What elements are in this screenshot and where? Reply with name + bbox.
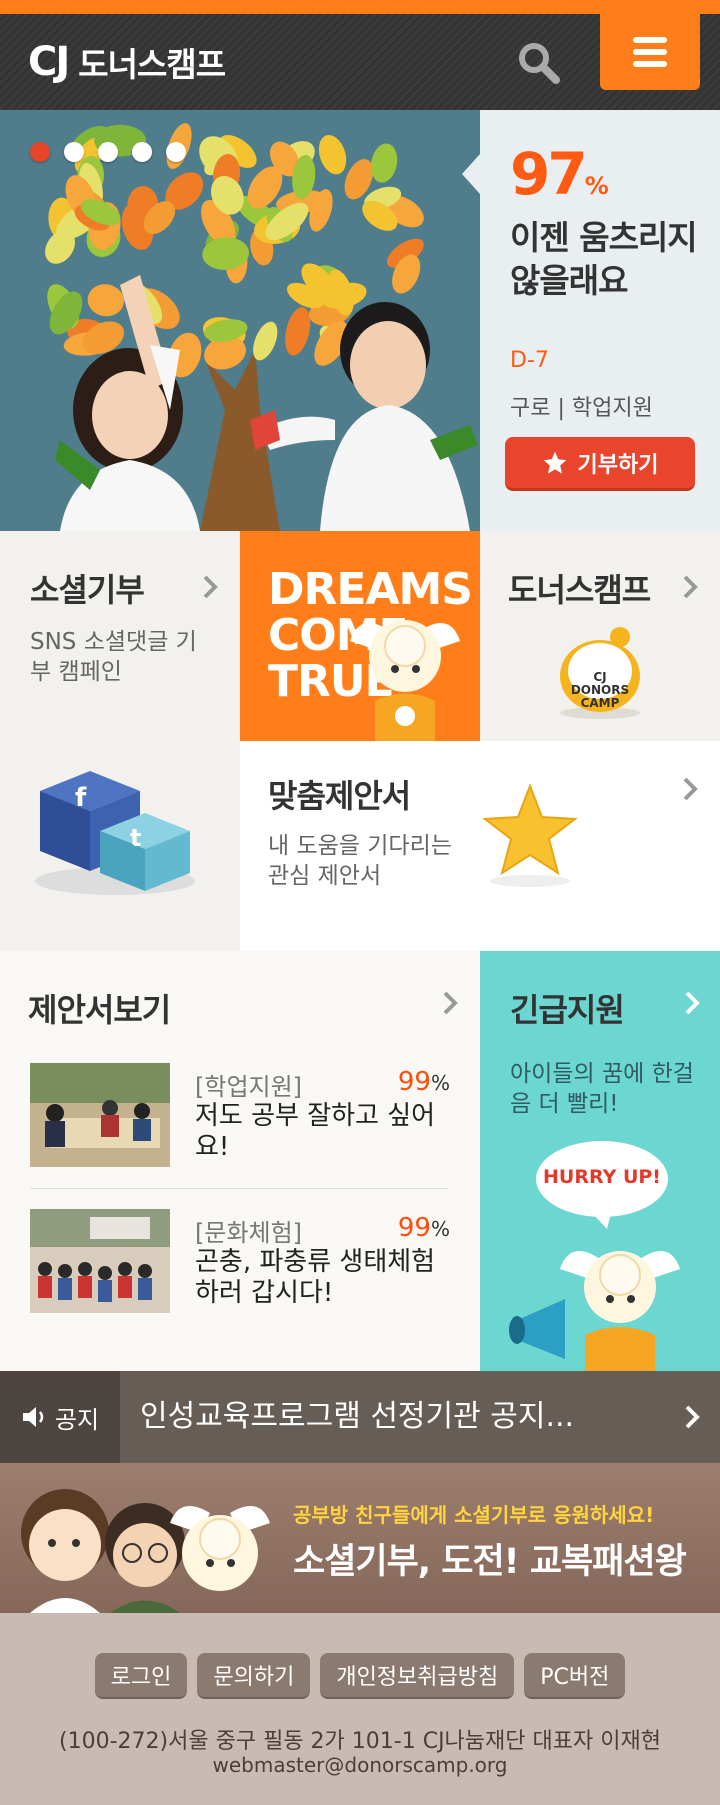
tile-donors-camp[interactable]: 도너스캠프 CJ DONORS CAMP [480,531,720,741]
tree-children-illustration [0,110,480,531]
hero-percent: 97% [510,140,609,208]
tile-title: 소셜기부 [30,571,145,609]
slide-dot[interactable] [30,142,50,162]
donors-camp-badge-text: CJ DONORS CAMP [570,670,630,710]
menu-button[interactable] [600,14,700,90]
chevron-right-icon [683,777,698,801]
slide-dot[interactable] [64,142,84,162]
children-mascot-illustration [21,1489,270,1613]
footer-email[interactable]: webmaster@donorscamp.org [0,1753,720,1777]
star-icon [543,451,566,474]
notice-bar[interactable]: 공지 인성교육프로그램 선정기관 공지... [0,1371,720,1463]
logo-text: 도너스캠프 [78,45,226,84]
tile-custom-proposal[interactable]: 맞춤제안서 내 도움을 기다리는 관심 제안서 [240,741,720,951]
hamburger-menu-icon [633,37,667,43]
chevron-right-icon [683,575,698,599]
hero-info-panel: 97% 이젠 움츠리지 않을래요 D-7 구로 | 학업지원 기부하기 [462,110,720,531]
sheep-mascot-icon [350,620,460,741]
proposal-category: [문화체험] [195,1219,303,1247]
proposal-thumbnail [30,1063,170,1167]
pc-version-button[interactable]: PC버전 [524,1653,626,1699]
footer-links: 로그인 문의하기 개인정보취급방침 PC버전 [0,1653,720,1699]
hero-title[interactable]: 이젠 움츠리지 않을래요 [510,216,710,302]
hero-image[interactable] [0,110,480,531]
privacy-policy-button[interactable]: 개인정보취급방침 [320,1653,515,1699]
chevron-right-icon[interactable] [438,991,462,1015]
hero-category: 구로 | 학업지원 [510,396,653,421]
banner-subtitle: 공부방 친구들에게 소셜기부로 응원하세요! [293,1503,655,1527]
tile-desc: 내 도움을 기다리는 관심 제안서 [268,833,452,889]
proposal-category: [학업지원] [195,1073,303,1101]
inquiry-button[interactable]: 문의하기 [197,1653,311,1699]
slide-dot[interactable] [98,142,118,162]
footer: 로그인 문의하기 개인정보취급방침 PC버전 (100-272)서울 중구 필동… [0,1613,720,1805]
footer-address: (100-272)서울 중구 필동 2가 101-1 CJ나눔재단 대표자 이재… [59,1729,661,1754]
proposal-percent: 99% [397,1067,450,1097]
chevron-right-icon [685,991,700,1015]
tile-title: 맞춤제안서 [268,777,411,815]
notice-label: 공지 [0,1371,120,1463]
header: CJ 도너스캠프 [0,14,720,110]
top-accent-strip [0,0,720,14]
proposal-title: 저도 공부 잘하고 싶어요! [195,1101,436,1162]
donate-label: 기부하기 [577,452,659,478]
speaker-icon [22,1407,44,1427]
slide-dot[interactable] [166,142,186,162]
logo[interactable]: CJ 도너스캠프 [28,39,226,85]
slide-dots [30,142,186,162]
search-button[interactable] [512,36,568,92]
proposal-list-section: 제안서보기 [학업지원] 99% 저도 공부 잘하고 싶어요! [문화체험] 9… [0,951,480,1371]
proposal-thumbnail [30,1209,170,1313]
proposal-percent: 99% [397,1213,450,1243]
donate-button[interactable]: 기부하기 [505,437,695,491]
megaphone-sheep-mascot-icon [509,1251,680,1371]
notice-text[interactable]: 인성교육프로그램 선정기관 공지... [140,1371,660,1463]
svg-text:f: f [75,783,87,813]
tile-urgent-support[interactable]: 긴급지원 아이들의 꿈에 한걸음 더 빨리! HURRY UP! [480,951,720,1371]
banner-title: 소셜기부, 도전! 교복패션왕 [293,1542,687,1582]
promo-banner[interactable]: 공부방 친구들에게 소셜기부로 응원하세요! 소셜기부, 도전! 교복패션왕 [0,1463,720,1613]
search-icon [519,43,560,84]
divider [30,1188,448,1189]
tile-dreams-come-true[interactable]: DREAMS COME TRUE [240,531,480,741]
star-icon [482,783,578,887]
tile-desc: 아이들의 꿈에 한걸음 더 빨리! [510,1061,694,1117]
hero-dday: D-7 [510,348,549,373]
section-title[interactable]: 제안서보기 [28,985,171,1031]
sns-cubes-icon: f t [35,771,195,895]
chevron-right-icon[interactable] [680,1405,704,1429]
slide-dot[interactable] [132,142,152,162]
tile-desc: SNS 소셜댓글 기부 캠페인 [30,629,197,685]
svg-text:t: t [130,824,141,852]
proposal-item[interactable]: [학업지원] 99% 저도 공부 잘하고 싶어요! [30,1063,450,1173]
proposal-item[interactable]: [문화체험] 99% 곤충, 파충류 생태체험하러 갑시다! [30,1209,450,1319]
chevron-right-icon [203,575,218,599]
proposal-title: 곤충, 파충류 생태체험하러 갑시다! [195,1247,436,1308]
tile-social-donation[interactable]: 소셜기부 SNS 소셜댓글 기부 캠페인 f t [0,531,240,951]
tile-title: 긴급지원 [510,991,625,1029]
tile-title: 도너스캠프 [508,571,651,609]
hurry-up-text: HURRY UP! [543,1166,661,1188]
logo-cj: CJ [28,39,70,85]
hero-slider: 97% 이젠 움츠리지 않을래요 D-7 구로 | 학업지원 기부하기 [0,110,720,531]
login-button[interactable]: 로그인 [94,1653,188,1699]
